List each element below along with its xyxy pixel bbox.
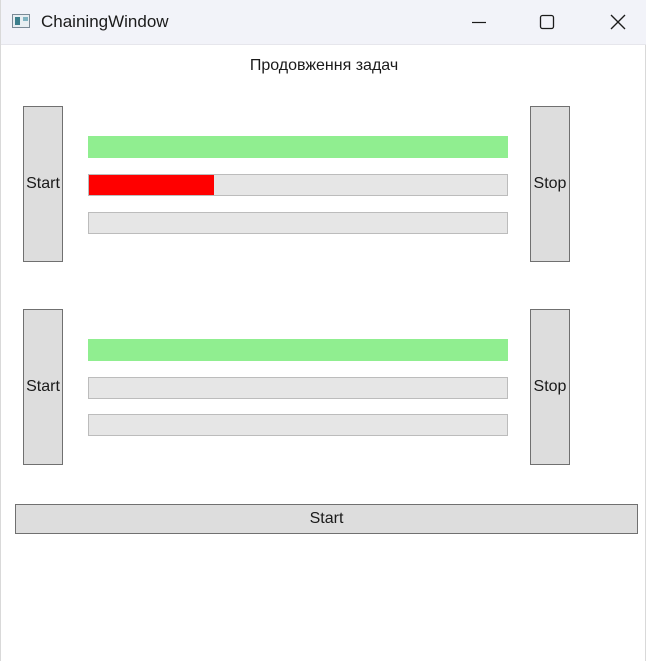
group1-progress-bar-1 bbox=[88, 136, 508, 158]
progress-fill bbox=[89, 340, 507, 360]
close-icon bbox=[610, 14, 626, 30]
group2-progress-bar-2 bbox=[88, 377, 508, 399]
window-title: ChainingWindow bbox=[41, 12, 169, 31]
group1-start-button[interactable]: Start bbox=[23, 106, 63, 262]
group1-progress-bar-2 bbox=[88, 174, 508, 196]
minimize-icon bbox=[472, 21, 486, 24]
close-button[interactable] bbox=[595, 0, 641, 44]
start-all-button[interactable]: Start bbox=[15, 504, 638, 534]
minimize-button[interactable] bbox=[456, 0, 502, 44]
maximize-icon bbox=[539, 14, 555, 30]
title-bar[interactable]: ChainingWindow bbox=[1, 0, 646, 45]
progress-fill bbox=[89, 137, 507, 157]
group2-start-button[interactable]: Start bbox=[23, 309, 63, 465]
group1-progress-bar-3 bbox=[88, 212, 508, 234]
group2-stop-button[interactable]: Stop bbox=[530, 309, 570, 465]
group1-stop-button[interactable]: Stop bbox=[530, 106, 570, 262]
maximize-button[interactable] bbox=[524, 0, 570, 44]
app-icon bbox=[12, 14, 30, 28]
progress-fill bbox=[89, 175, 215, 195]
page-title: Продовження задач bbox=[249, 57, 399, 74]
group2-progress-bar-3 bbox=[88, 414, 508, 436]
group2-progress-bar-1 bbox=[88, 339, 508, 361]
app-window: ChainingWindow Продовження задач Start S… bbox=[0, 0, 646, 661]
